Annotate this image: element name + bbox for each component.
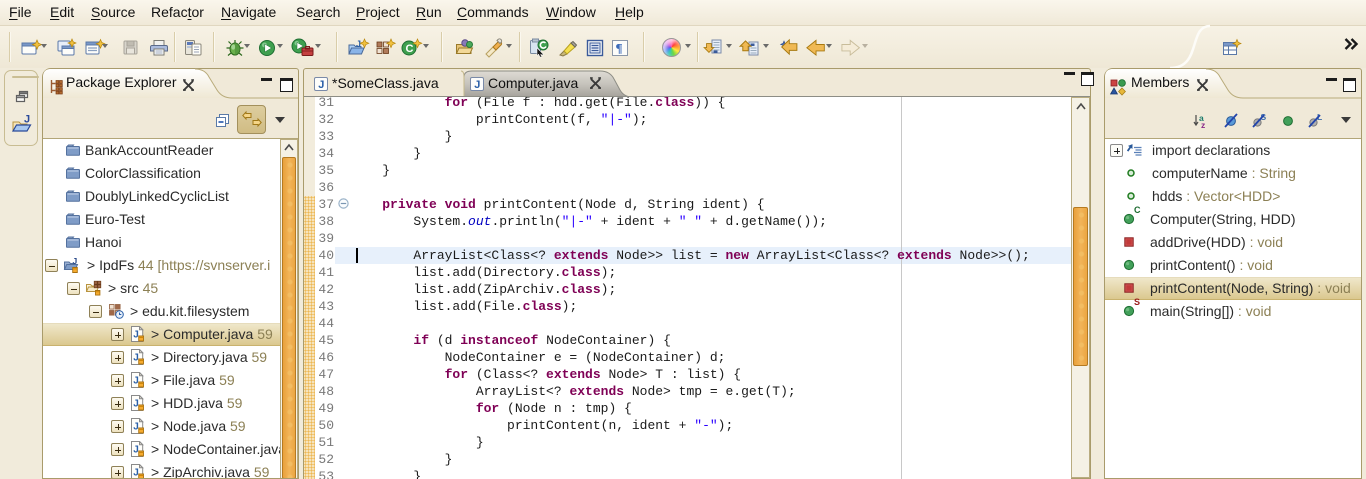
svg-text:z: z bbox=[1201, 120, 1205, 130]
svg-text:S: S bbox=[1134, 297, 1140, 307]
svg-text:C: C bbox=[406, 43, 414, 55]
svg-text:J: J bbox=[356, 39, 361, 49]
svg-text:J: J bbox=[24, 114, 30, 126]
svg-text:¶: ¶ bbox=[616, 41, 623, 56]
svg-text:C: C bbox=[1134, 205, 1141, 215]
